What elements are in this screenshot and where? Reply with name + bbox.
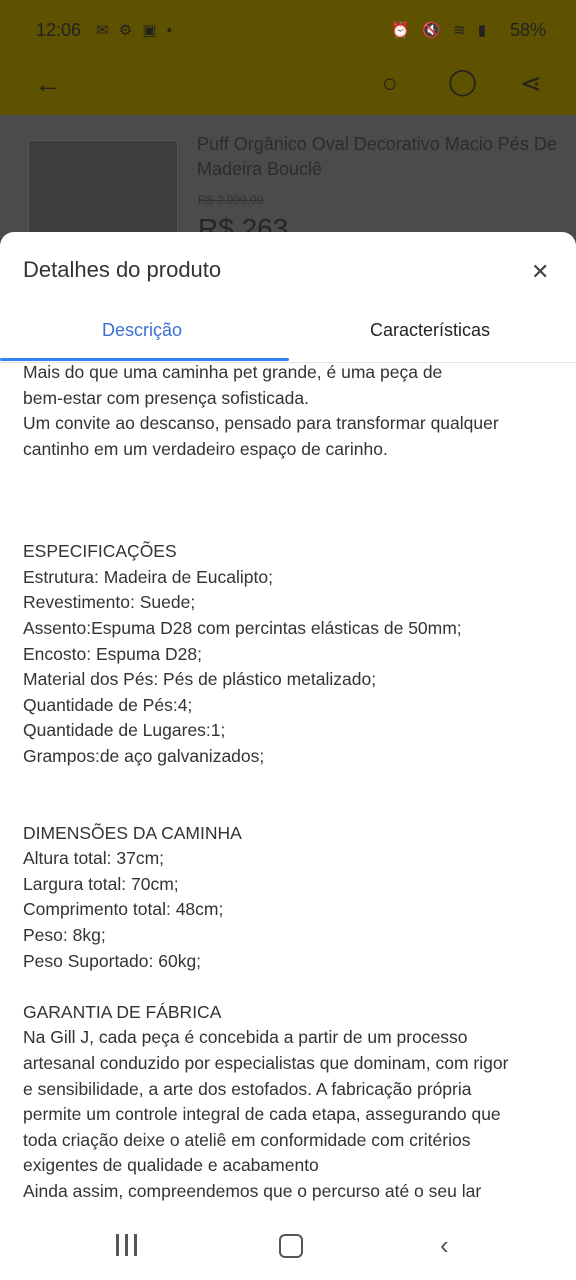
- close-icon[interactable]: ✕: [531, 259, 549, 285]
- product-old-price: R$ 2.999,00: [198, 193, 264, 207]
- battery-level: 58%: [509, 20, 546, 40]
- product-description: Mais do que uma caminha pet grande, é um…: [23, 362, 509, 1201]
- home-icon[interactable]: [279, 1234, 303, 1258]
- notification-icons: ✉ ⚙ ▣ •: [96, 22, 175, 39]
- product-details-sheet: Detalhes do produto ✕ Descrição Caracter…: [0, 232, 576, 1210]
- product-title: Puff Orgânico Oval Decorativo Macio Pés …: [197, 134, 557, 179]
- status-time: 12:06: [36, 20, 82, 40]
- recent-apps-icon[interactable]: [116, 1234, 137, 1256]
- tab-bar: Descrição Características: [0, 308, 576, 363]
- whatsapp-icon[interactable]: ◯: [448, 66, 477, 97]
- tab-descricao[interactable]: Descrição: [102, 320, 182, 341]
- arrow-left-icon[interactable]: ←: [34, 68, 62, 100]
- tab-caracteristicas[interactable]: Características: [370, 320, 490, 341]
- status-bar: 12:06 ✉ ⚙ ▣ • ⏰ 🔇 ≋ ▮ 58%: [0, 0, 576, 62]
- app-bar: ← ○ ◯ ⋖: [0, 62, 576, 115]
- system-nav-bar: ‹: [0, 1210, 576, 1280]
- system-icons: ⏰ 🔇 ≋ ▮: [391, 22, 490, 39]
- product-thumbnail: [28, 140, 178, 242]
- sheet-title: Detalhes do produto: [23, 257, 222, 282]
- nav-back-icon[interactable]: ‹: [440, 1230, 449, 1261]
- search-icon[interactable]: ○: [382, 68, 398, 99]
- share-icon[interactable]: ⋖: [520, 68, 542, 99]
